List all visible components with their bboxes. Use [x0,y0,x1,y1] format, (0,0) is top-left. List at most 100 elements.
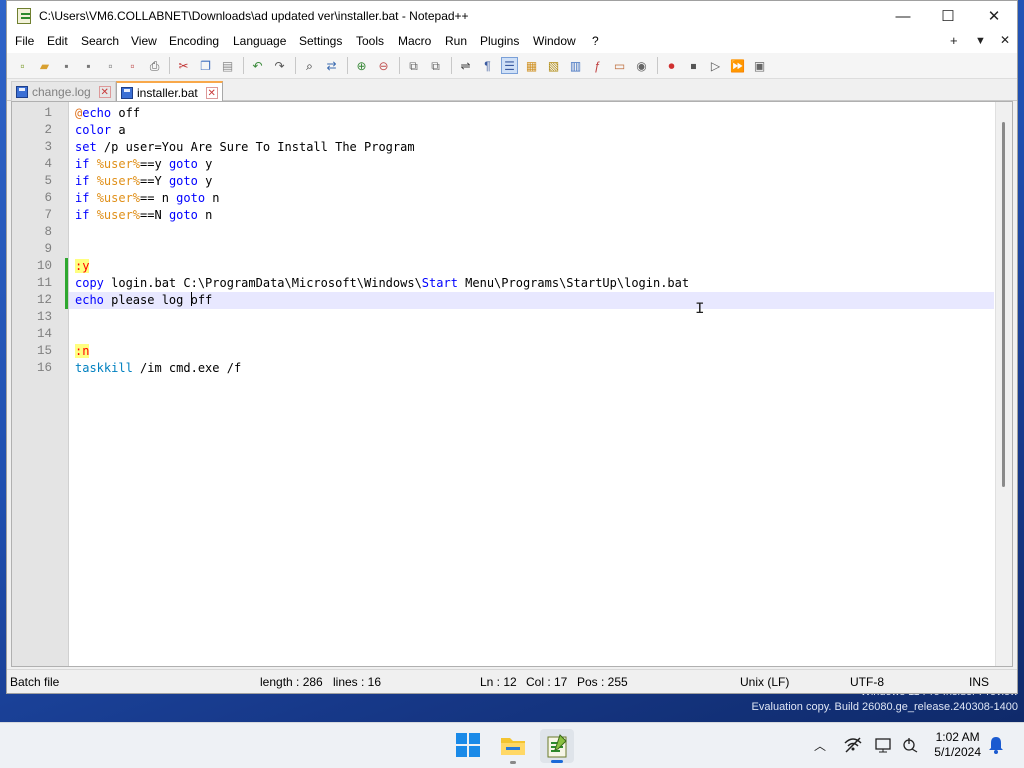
menu-plugins[interactable]: Plugins [480,34,519,48]
open-file-icon[interactable]: ▰ [36,57,53,74]
document-list-icon[interactable]: ▭ [611,57,628,74]
code-line[interactable]: if %user%==Y goto y [69,173,994,190]
code-line[interactable]: color a [69,122,994,139]
close-all-icon[interactable]: ▫ [124,57,141,74]
current-code-line[interactable]: echo please log off [69,292,994,309]
editor-area[interactable]: 1 2 3 4 5 6 7 8 9 10 11 12 13 14 15 16 @echo off color a… [11,101,1013,667]
menu-encoding[interactable]: Encoding [169,34,219,48]
close-window-button[interactable]: ✕ [971,1,1017,31]
save-macro-icon[interactable]: ▣ [751,57,768,74]
tab-close-icon[interactable]: ✕ [98,85,111,98]
word-wrap-icon[interactable]: ⇌ [457,57,474,74]
menu-language[interactable]: Language [233,34,286,48]
save-icon[interactable]: ▪ [58,57,75,74]
cut-icon[interactable]: ✂ [175,57,192,74]
menu-file[interactable]: File [15,34,34,48]
code-line[interactable]: taskkill /im cmd.exe /f [69,360,994,377]
code-line[interactable] [69,326,994,343]
sync-vertical-icon[interactable]: ⧉ [405,57,422,74]
zoom-out-icon[interactable]: ⊖ [375,57,392,74]
menu-settings[interactable]: Settings [299,34,342,48]
menu-edit[interactable]: Edit [47,34,68,48]
notepadpp-taskbar-button[interactable] [540,729,574,763]
notepadpp-app-icon[interactable] [17,8,31,24]
code-line[interactable]: @echo off [69,105,994,122]
print-icon[interactable]: ⎙ [146,57,163,74]
line-number: 9 [44,242,52,256]
notification-button[interactable] [987,736,1005,754]
menu-search[interactable]: Search [81,34,119,48]
tab-list-icon[interactable]: ▼ [975,35,986,47]
status-eol[interactable]: Unix (LF) [740,675,789,689]
menu-run[interactable]: Run [445,34,467,48]
new-file-icon[interactable]: ▫ [14,57,31,74]
title-bar[interactable]: C:\Users\VM6.COLLABNET\Downloads\ad upda… [7,1,1017,31]
tab-change-log[interactable]: change.log ✕ [11,81,116,101]
code-line[interactable]: set /p user=You Are Sure To Install The … [69,139,994,156]
code-line[interactable]: if %user%==N goto n [69,207,994,224]
add-tab-icon[interactable]: + [950,33,958,48]
status-encoding[interactable]: UTF-8 [850,675,884,689]
show-hidden-icons-button[interactable]: ︿ [812,737,828,753]
code-line[interactable]: if %user%== n goto n [69,190,994,207]
indent-guide-icon[interactable]: ☰ [501,57,518,74]
running-indicator [510,761,516,764]
redo-icon[interactable]: ↷ [271,57,288,74]
close-tab-icon[interactable]: ✕ [1000,33,1010,47]
undo-icon[interactable]: ↶ [249,57,266,74]
token-kw: echo [75,293,104,307]
code-line[interactable]: copy login.bat C:\ProgramData\Microsoft\… [69,275,994,292]
saved-disk-icon [121,86,133,99]
code-line[interactable]: if %user%==y goto y [69,156,994,173]
power-button[interactable] [900,735,920,755]
function-list-icon[interactable]: ▥ [567,57,584,74]
code-line[interactable]: :n [69,343,994,360]
code-line[interactable] [69,309,994,326]
tab-close-icon[interactable]: ✕ [205,86,218,99]
user-language-icon[interactable]: ▦ [523,57,540,74]
tab-installer-bat[interactable]: installer.bat ✕ [116,81,223,102]
menu-view[interactable]: View [131,34,157,48]
scrollbar-thumb[interactable] [1002,122,1005,487]
code-line[interactable] [69,224,994,241]
sync-horizontal-icon[interactable]: ⧉ [427,57,444,74]
status-line-number: Ln : 12 [480,675,517,689]
menu-window[interactable]: Window [533,34,576,48]
run-macro-multiple-icon[interactable]: ⏩ [729,57,746,74]
copy-icon[interactable]: ❐ [197,57,214,74]
stop-record-icon[interactable]: ⏹ [685,57,702,74]
system-clock[interactable]: 1:02 AM 5/1/2024 [934,730,981,760]
token-text: /p user=You Are Sure To Install The Prog… [96,140,415,154]
zoom-in-icon[interactable]: ⊕ [353,57,370,74]
token-kw: goto [176,191,206,205]
display-button[interactable] [874,735,894,755]
monitoring-icon[interactable]: ◉ [633,57,650,74]
vertical-scrollbar[interactable] [995,102,1012,666]
network-button[interactable] [843,735,863,755]
show-all-chars-icon[interactable]: ¶ [479,57,496,74]
document-map-icon[interactable]: ▧ [545,57,562,74]
find-icon[interactable]: ⌕ [301,57,318,74]
menu-tools[interactable]: Tools [356,34,384,48]
replace-icon[interactable]: ⇄ [323,57,340,74]
file-explorer-button[interactable] [500,732,526,764]
window-title: C:\Users\VM6.COLLABNET\Downloads\ad upda… [39,9,469,23]
code-line[interactable] [69,241,994,258]
paste-icon[interactable]: ▤ [219,57,236,74]
menu-help[interactable]: ? [592,34,599,48]
text-cursor-icon: I [695,300,705,318]
playback-macro-icon[interactable]: ▷ [707,57,724,74]
maximize-button[interactable]: ☐ [925,1,971,31]
start-icon [456,733,480,757]
save-all-icon[interactable]: ▪ [80,57,97,74]
notepadpp-icon [547,734,567,758]
record-macro-icon[interactable]: ⏺ [663,57,680,74]
start-button[interactable] [455,732,481,758]
close-icon[interactable]: ▫ [102,57,119,74]
line-number-gutter[interactable]: 1 2 3 4 5 6 7 8 9 10 11 12 13 14 15 16 [12,102,69,666]
folder-workspace-icon[interactable]: ƒ [589,57,606,74]
minimize-button[interactable]: — [880,1,926,31]
code-line[interactable]: :y [69,258,994,275]
menu-macro[interactable]: Macro [398,34,431,48]
status-insert-mode[interactable]: INS [969,675,989,689]
